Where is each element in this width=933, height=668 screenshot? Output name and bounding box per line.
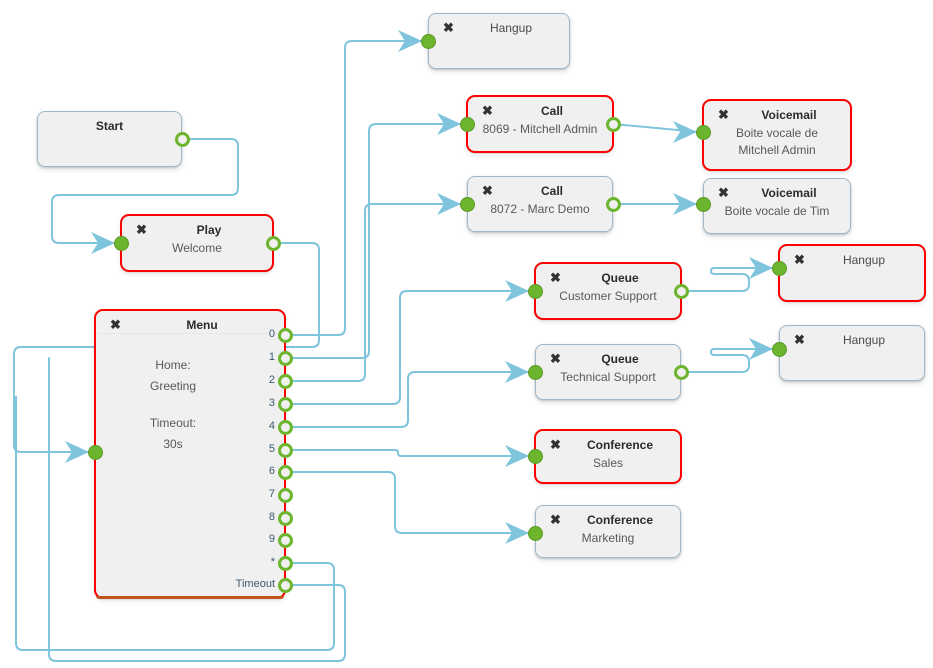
port-out-timeout[interactable]: [278, 578, 293, 593]
port-label-7: 7: [268, 488, 275, 500]
port-label-timeout: Timeout: [235, 578, 275, 590]
close-icon[interactable]: ✖: [442, 21, 455, 34]
port-out-8[interactable]: [278, 511, 293, 526]
close-icon[interactable]: ✖: [793, 253, 806, 266]
port-in[interactable]: [88, 445, 103, 460]
port-label-0: 0: [268, 328, 275, 340]
port-label-8: 8: [268, 511, 275, 523]
node-call-8069[interactable]: ✖ Call 8069 - Mitchell Admin: [466, 95, 614, 153]
port-in[interactable]: [696, 125, 711, 140]
close-icon[interactable]: ✖: [549, 271, 562, 284]
node-subtitle: Sales: [592, 456, 624, 470]
node-title: Queue: [601, 352, 639, 366]
port-out[interactable]: [674, 284, 689, 299]
close-icon[interactable]: ✖: [135, 223, 148, 236]
node-subtitle: Customer Support: [559, 289, 657, 303]
node-queue-customer-support[interactable]: ✖ Queue Customer Support: [534, 262, 682, 320]
port-in[interactable]: [528, 526, 543, 541]
port-label-2: 2: [268, 374, 275, 386]
port-label-6: 6: [268, 465, 275, 477]
port-out[interactable]: [674, 365, 689, 380]
port-out-7[interactable]: [278, 488, 293, 503]
port-out-3[interactable]: [278, 397, 293, 412]
port-in[interactable]: [114, 236, 129, 251]
node-subtitle: Welcome: [172, 241, 222, 255]
port-label-3: 3: [268, 397, 275, 409]
node-start[interactable]: Start: [37, 111, 182, 167]
port-label-1: 1: [268, 351, 275, 363]
port-in[interactable]: [528, 449, 543, 464]
node-subtitle: 8069 - Mitchell Admin: [482, 122, 598, 136]
port-out[interactable]: [175, 132, 190, 147]
node-title: Conference: [586, 438, 654, 452]
node-voicemail-mitchell-admin[interactable]: ✖ Voicemail Boite vocale de Mitchell Admin: [702, 99, 852, 171]
port-out-*[interactable]: [278, 556, 293, 571]
node-title: Play: [196, 223, 222, 237]
node-title: Voicemail: [761, 108, 817, 122]
nodes-layer[interactable]: Start ✖ Play Welcome ✖ Menu Home: Greeting Timeo…: [0, 0, 933, 668]
close-icon[interactable]: ✖: [793, 333, 806, 346]
node-title: Hangup: [842, 253, 886, 267]
port-label-*: *: [270, 556, 275, 568]
node-bottom-accent: [96, 596, 284, 599]
port-out-5[interactable]: [278, 443, 293, 458]
node-hangup-queue-technical[interactable]: ✖ Hangup: [779, 325, 925, 381]
node-title: Voicemail: [761, 186, 817, 200]
port-out[interactable]: [266, 236, 281, 251]
close-icon[interactable]: ✖: [717, 108, 730, 121]
node-voicemail-tim[interactable]: ✖ Voicemail Boite vocale de Tim: [703, 178, 851, 234]
close-icon[interactable]: ✖: [481, 184, 494, 197]
node-hangup-queue-customer[interactable]: ✖ Hangup: [778, 244, 926, 302]
node-hangup-top[interactable]: ✖ Hangup: [428, 13, 570, 69]
port-in[interactable]: [772, 342, 787, 357]
close-icon[interactable]: ✖: [717, 186, 730, 199]
node-subtitle: Technical Support: [560, 370, 656, 384]
ivr-flow-canvas[interactable]: Start ✖ Play Welcome ✖ Menu Home: Greeting Timeo…: [0, 0, 933, 668]
port-out-0[interactable]: [278, 328, 293, 343]
port-out-9[interactable]: [278, 533, 293, 548]
node-title: Queue: [601, 271, 639, 285]
port-in[interactable]: [421, 34, 436, 49]
node-title: Hangup: [489, 21, 533, 35]
node-conference-sales[interactable]: ✖ Conference Sales: [534, 429, 682, 484]
port-in[interactable]: [460, 117, 475, 132]
node-subtitle: Marketing: [581, 531, 635, 545]
node-conference-marketing[interactable]: ✖ Conference Marketing: [535, 505, 681, 558]
port-out-6[interactable]: [278, 465, 293, 480]
port-label-4: 4: [268, 420, 275, 432]
node-title: Hangup: [842, 333, 886, 347]
port-out-1[interactable]: [278, 351, 293, 366]
port-in[interactable]: [528, 284, 543, 299]
close-icon[interactable]: ✖: [549, 513, 562, 526]
port-out-4[interactable]: [278, 420, 293, 435]
node-title: Conference: [586, 513, 654, 527]
port-out-2[interactable]: [278, 374, 293, 389]
node-play-welcome[interactable]: ✖ Play Welcome: [120, 214, 274, 272]
port-in[interactable]: [528, 365, 543, 380]
port-in[interactable]: [696, 197, 711, 212]
port-in[interactable]: [772, 261, 787, 276]
close-icon[interactable]: ✖: [549, 438, 562, 451]
close-icon[interactable]: ✖: [109, 318, 122, 331]
port-out[interactable]: [606, 197, 621, 212]
node-queue-technical-support[interactable]: ✖ Queue Technical Support: [535, 344, 681, 400]
node-title: Call: [540, 104, 563, 118]
node-call-8072[interactable]: ✖ Call 8072 - Marc Demo: [467, 176, 613, 232]
close-icon[interactable]: ✖: [549, 352, 562, 365]
port-label-5: 5: [268, 443, 275, 455]
port-label-9: 9: [268, 533, 275, 545]
port-out[interactable]: [606, 117, 621, 132]
node-subtitle: 8072 - Marc Demo: [490, 202, 590, 216]
node-title: Call: [540, 184, 563, 198]
close-icon[interactable]: ✖: [481, 104, 494, 117]
node-subtitle: Boite vocale de Tim: [724, 204, 830, 218]
node-title: Start: [95, 119, 124, 133]
port-in[interactable]: [460, 197, 475, 212]
node-subtitle: Boite vocale de Mitchell Admin: [735, 126, 819, 157]
